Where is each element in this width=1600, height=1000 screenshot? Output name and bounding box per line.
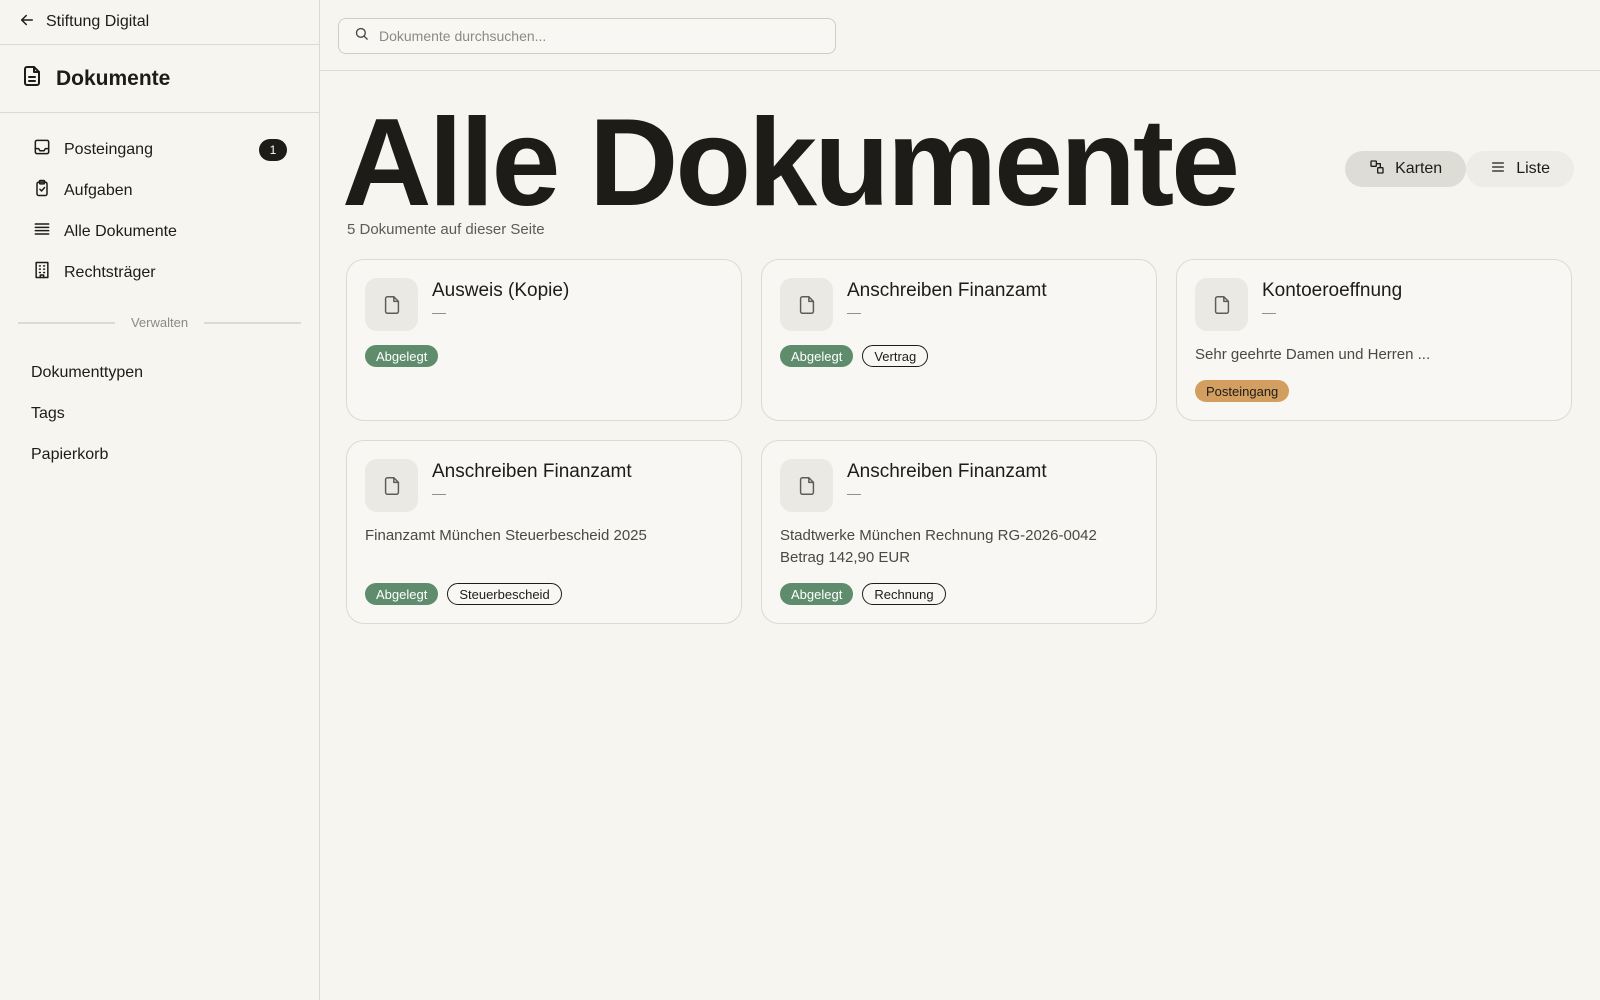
document-card[interactable]: Anschreiben Finanzamt — Finanzamt Münche… xyxy=(346,440,742,624)
card-heading: Anschreiben Finanzamt — xyxy=(847,278,1047,320)
card-title: Kontoeroeffnung xyxy=(1262,280,1403,301)
search-box[interactable] xyxy=(338,18,836,54)
section-label: Verwalten xyxy=(130,315,189,330)
list-view-icon xyxy=(1490,159,1506,180)
card-subtitle: — xyxy=(847,304,861,320)
sidebar-item-posteingang[interactable]: Posteingang 1 xyxy=(0,129,319,170)
manage-nav: Dokumenttypen Tags Papierkorb xyxy=(0,352,319,475)
card-title: Anschreiben Finanzamt xyxy=(847,461,1047,482)
list-icon xyxy=(32,219,52,244)
card-description: Stadtwerke München Rechnung RG-2026-0042… xyxy=(780,527,1097,566)
arrow-left-icon xyxy=(18,11,36,34)
card-header: Anschreiben Finanzamt — xyxy=(780,459,1138,512)
tag-list: Posteingang xyxy=(1195,380,1553,402)
document-icon xyxy=(20,64,44,94)
card-title: Ausweis (Kopie) xyxy=(432,280,570,301)
list-view-label: Liste xyxy=(1516,160,1550,177)
divider-line xyxy=(204,321,301,324)
status-tag[interactable]: Abgelegt xyxy=(365,583,439,605)
file-icon xyxy=(1195,278,1248,331)
tag-list: Abgelegt Steuerbescheid xyxy=(365,583,723,605)
search-icon xyxy=(354,26,369,46)
sidebar: Stiftung Digital Dokumente Posteingang 1… xyxy=(0,0,320,1000)
sidebar-item-label: Rechtsträger xyxy=(64,263,156,281)
status-tag[interactable]: Abgelegt xyxy=(365,345,439,367)
topbar xyxy=(320,0,1600,71)
card-heading: Ausweis (Kopie) — xyxy=(432,278,569,320)
primary-nav: Posteingang 1 Aufgaben Alle Dokumente Re… xyxy=(0,113,319,293)
document-card[interactable]: Anschreiben Finanzamt — Abgelegt Vertrag xyxy=(761,259,1157,421)
inbox-icon xyxy=(32,137,52,162)
card-subtitle: — xyxy=(847,485,861,501)
list-view-button[interactable]: Liste xyxy=(1466,151,1574,187)
sidebar-item-label: Aufgaben xyxy=(64,181,133,199)
document-card[interactable]: Anschreiben Finanzamt — Stadtwerke Münch… xyxy=(761,440,1157,624)
app-title: Dokumente xyxy=(0,45,319,113)
document-card[interactable]: Kontoeroeffnung — Sehr geehrte Damen und… xyxy=(1176,259,1572,421)
sidebar-item-label: Alle Dokumente xyxy=(64,222,177,240)
clipboard-icon xyxy=(32,178,52,203)
sidebar-item-papierkorb[interactable]: Papierkorb xyxy=(0,434,319,475)
sidebar-item-rechtstraeger[interactable]: Rechtsträger xyxy=(0,252,319,293)
section-divider: Verwalten xyxy=(18,315,301,330)
sidebar-item-alle-dokumente[interactable]: Alle Dokumente xyxy=(0,211,319,252)
file-icon xyxy=(780,278,833,331)
cards-view-button[interactable]: Karten xyxy=(1345,151,1467,187)
tag-list: Abgelegt xyxy=(365,345,723,367)
document-card[interactable]: Ausweis (Kopie) — Abgelegt xyxy=(346,259,742,421)
card-description: Finanzamt München Steuerbescheid 2025 xyxy=(365,527,647,544)
card-subtitle: — xyxy=(432,304,446,320)
card-heading: Anschreiben Finanzamt — xyxy=(432,459,632,501)
status-tag[interactable]: Posteingang xyxy=(1195,380,1290,402)
card-header: Kontoeroeffnung — xyxy=(1195,278,1553,331)
file-icon xyxy=(780,459,833,512)
app-title-text: Dokumente xyxy=(56,66,171,90)
card-header: Anschreiben Finanzamt — xyxy=(780,278,1138,331)
card-header: Anschreiben Finanzamt — xyxy=(365,459,723,512)
tag-list: Abgelegt Rechnung xyxy=(780,583,1138,605)
cards-view-label: Karten xyxy=(1395,160,1443,177)
card-heading: Kontoeroeffnung — xyxy=(1262,278,1402,320)
card-title: Anschreiben Finanzamt xyxy=(432,461,632,482)
org-name: Stiftung Digital xyxy=(46,13,150,30)
back-to-org[interactable]: Stiftung Digital xyxy=(0,0,319,45)
card-description: Sehr geehrte Damen und Herren ... xyxy=(1195,346,1431,363)
document-grid: Ausweis (Kopie) — Abgelegt Anschreiben F… xyxy=(346,259,1574,624)
tag-list: Abgelegt Vertrag xyxy=(780,345,1138,367)
card-subtitle: — xyxy=(1262,304,1276,320)
card-heading: Anschreiben Finanzamt — xyxy=(847,459,1047,501)
type-tag[interactable]: Rechnung xyxy=(862,583,946,605)
type-tag[interactable]: Steuerbescheid xyxy=(447,583,562,605)
cards-view-icon xyxy=(1369,159,1385,180)
document-count: 5 Dokumente auf dieser Seite xyxy=(347,221,545,238)
view-toggle: Karten Liste xyxy=(1345,151,1574,187)
sidebar-item-label: Posteingang xyxy=(64,140,153,158)
card-title: Anschreiben Finanzamt xyxy=(847,280,1047,301)
file-icon xyxy=(365,278,418,331)
sidebar-item-tags[interactable]: Tags xyxy=(0,393,319,434)
card-header: Ausweis (Kopie) — xyxy=(365,278,723,331)
sidebar-item-dokumenttypen[interactable]: Dokumenttypen xyxy=(0,352,319,393)
inbox-count-badge: 1 xyxy=(259,138,287,161)
status-tag[interactable]: Abgelegt xyxy=(780,583,854,605)
divider-line xyxy=(18,321,115,324)
building-icon xyxy=(32,260,52,285)
type-tag[interactable]: Vertrag xyxy=(862,345,929,367)
sidebar-item-aufgaben[interactable]: Aufgaben xyxy=(0,170,319,211)
card-subtitle: — xyxy=(432,485,446,501)
search-input[interactable] xyxy=(379,28,835,44)
page-title: Alle Dokumente xyxy=(342,94,1240,232)
status-tag[interactable]: Abgelegt xyxy=(780,345,854,367)
file-icon xyxy=(365,459,418,512)
